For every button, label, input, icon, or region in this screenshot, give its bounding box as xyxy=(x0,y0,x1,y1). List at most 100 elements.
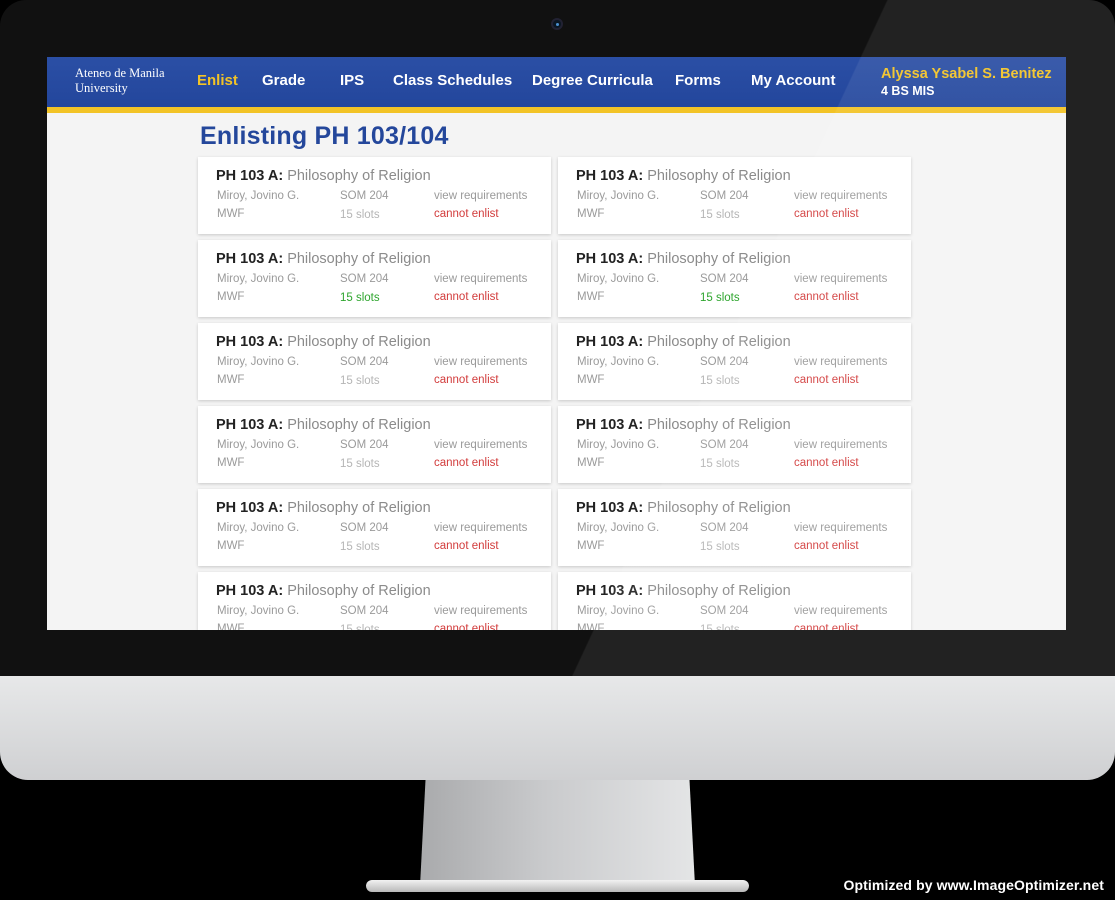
slots-count: 15 slots xyxy=(700,624,740,630)
instructor-name: Miroy, Jovino G. xyxy=(577,356,660,368)
course-title: PH 103 A: Philosophy of Religion xyxy=(576,251,791,267)
instructor-name: Miroy, Jovino G. xyxy=(577,273,660,285)
view-requirements-link[interactable]: view requirements xyxy=(434,605,527,617)
camera-icon xyxy=(551,18,563,30)
room: SOM 204 xyxy=(700,605,749,617)
page-title: Enlisting PH 103/104 xyxy=(200,122,449,150)
slots-count: 15 slots xyxy=(340,209,380,221)
nav-grade[interactable]: Grade xyxy=(262,72,305,89)
enlist-status: cannot enlist xyxy=(434,623,499,630)
course-section-grid: PH 103 A: Philosophy of Religion Miroy, … xyxy=(198,157,912,630)
room: SOM 204 xyxy=(340,190,389,202)
instructor-name: Miroy, Jovino G. xyxy=(217,522,300,534)
course-title: PH 103 A: Philosophy of Religion xyxy=(216,334,431,350)
enlist-status: cannot enlist xyxy=(794,623,859,630)
enlist-status: cannot enlist xyxy=(794,540,859,552)
course-section-card[interactable]: PH 103 A: Philosophy of Religion Miroy, … xyxy=(558,323,911,400)
view-requirements-link[interactable]: view requirements xyxy=(794,273,887,285)
nav-my-account[interactable]: My Account xyxy=(751,72,835,89)
nav-ips[interactable]: IPS xyxy=(340,72,364,89)
user-info[interactable]: Alyssa Ysabel S. Benitez 4 BS MIS xyxy=(881,66,1052,98)
schedule-days: MWF xyxy=(577,374,605,386)
room: SOM 204 xyxy=(340,605,389,617)
instructor-name: Miroy, Jovino G. xyxy=(577,605,660,617)
schedule-days: MWF xyxy=(577,457,605,469)
course-section-card[interactable]: PH 103 A: Philosophy of Religion Miroy, … xyxy=(198,406,551,483)
brand-line-1: Ateneo de Manila xyxy=(75,66,165,80)
course-code: PH 103 A: xyxy=(576,583,644,599)
schedule-days: MWF xyxy=(217,291,245,303)
instructor-name: Miroy, Jovino G. xyxy=(577,439,660,451)
room: SOM 204 xyxy=(700,356,749,368)
view-requirements-link[interactable]: view requirements xyxy=(794,356,887,368)
instructor-name: Miroy, Jovino G. xyxy=(217,439,300,451)
instructor-name: Miroy, Jovino G. xyxy=(217,605,300,617)
nav-forms[interactable]: Forms xyxy=(675,72,721,89)
course-code: PH 103 A: xyxy=(216,583,284,599)
enlist-status: cannot enlist xyxy=(794,457,859,469)
schedule-days: MWF xyxy=(217,457,245,469)
course-name: Philosophy of Religion xyxy=(287,168,431,184)
course-code: PH 103 A: xyxy=(216,251,284,267)
schedule-days: MWF xyxy=(217,540,245,552)
course-name: Philosophy of Religion xyxy=(287,417,431,433)
enlist-status: cannot enlist xyxy=(794,208,859,220)
course-section-card[interactable]: PH 103 A: Philosophy of Religion Miroy, … xyxy=(558,572,911,630)
course-name: Philosophy of Religion xyxy=(287,334,431,350)
nav-enlist[interactable]: Enlist xyxy=(197,72,238,89)
slots-count: 15 slots xyxy=(700,375,740,387)
view-requirements-link[interactable]: view requirements xyxy=(434,190,527,202)
course-section-card[interactable]: PH 103 A: Philosophy of Religion Miroy, … xyxy=(198,323,551,400)
course-section-card[interactable]: PH 103 A: Philosophy of Religion Miroy, … xyxy=(558,157,911,234)
instructor-name: Miroy, Jovino G. xyxy=(217,190,300,202)
slots-count: 15 slots xyxy=(700,458,740,470)
course-section-card[interactable]: PH 103 A: Philosophy of Religion Miroy, … xyxy=(198,489,551,566)
course-section-card[interactable]: PH 103 A: Philosophy of Religion Miroy, … xyxy=(198,572,551,630)
course-name: Philosophy of Religion xyxy=(287,583,431,599)
course-name: Philosophy of Religion xyxy=(647,583,791,599)
room: SOM 204 xyxy=(340,356,389,368)
course-title: PH 103 A: Philosophy of Religion xyxy=(216,500,431,516)
course-section-card[interactable]: PH 103 A: Philosophy of Religion Miroy, … xyxy=(558,240,911,317)
view-requirements-link[interactable]: view requirements xyxy=(794,190,887,202)
instructor-name: Miroy, Jovino G. xyxy=(577,190,660,202)
view-requirements-link[interactable]: view requirements xyxy=(794,439,887,451)
course-title: PH 103 A: Philosophy of Religion xyxy=(576,583,791,599)
user-program: 4 BS MIS xyxy=(881,84,935,98)
enlist-status: cannot enlist xyxy=(794,291,859,303)
course-code: PH 103 A: xyxy=(216,168,284,184)
room: SOM 204 xyxy=(700,439,749,451)
course-section-card[interactable]: PH 103 A: Philosophy of Religion Miroy, … xyxy=(558,406,911,483)
university-logo[interactable]: Ateneo de Manila University xyxy=(75,66,165,96)
slots-count: 15 slots xyxy=(700,541,740,553)
slots-count: 15 slots xyxy=(340,375,380,387)
enlist-status: cannot enlist xyxy=(434,457,499,469)
view-requirements-link[interactable]: view requirements xyxy=(434,439,527,451)
course-name: Philosophy of Religion xyxy=(287,251,431,267)
course-name: Philosophy of Religion xyxy=(647,251,791,267)
schedule-days: MWF xyxy=(577,208,605,220)
course-title: PH 103 A: Philosophy of Religion xyxy=(576,417,791,433)
course-section-card[interactable]: PH 103 A: Philosophy of Religion Miroy, … xyxy=(198,157,551,234)
schedule-days: MWF xyxy=(217,374,245,386)
view-requirements-link[interactable]: view requirements xyxy=(434,356,527,368)
view-requirements-link[interactable]: view requirements xyxy=(434,273,527,285)
slots-count: 15 slots xyxy=(340,624,380,630)
room: SOM 204 xyxy=(700,190,749,202)
nav-class-schedules[interactable]: Class Schedules xyxy=(393,72,512,89)
view-requirements-link[interactable]: view requirements xyxy=(434,522,527,534)
course-title: PH 103 A: Philosophy of Religion xyxy=(216,168,431,184)
course-code: PH 103 A: xyxy=(576,417,644,433)
nav-degree-curricula[interactable]: Degree Curricula xyxy=(532,72,653,89)
instructor-name: Miroy, Jovino G. xyxy=(577,522,660,534)
course-name: Philosophy of Religion xyxy=(647,168,791,184)
app-screen: Ateneo de Manila University Enlist Grade… xyxy=(47,57,1066,630)
schedule-days: MWF xyxy=(577,291,605,303)
view-requirements-link[interactable]: view requirements xyxy=(794,522,887,534)
view-requirements-link[interactable]: view requirements xyxy=(794,605,887,617)
course-code: PH 103 A: xyxy=(216,417,284,433)
enlist-status: cannot enlist xyxy=(434,374,499,386)
course-section-card[interactable]: PH 103 A: Philosophy of Religion Miroy, … xyxy=(198,240,551,317)
monitor-stand-foot xyxy=(366,880,749,892)
course-section-card[interactable]: PH 103 A: Philosophy of Religion Miroy, … xyxy=(558,489,911,566)
